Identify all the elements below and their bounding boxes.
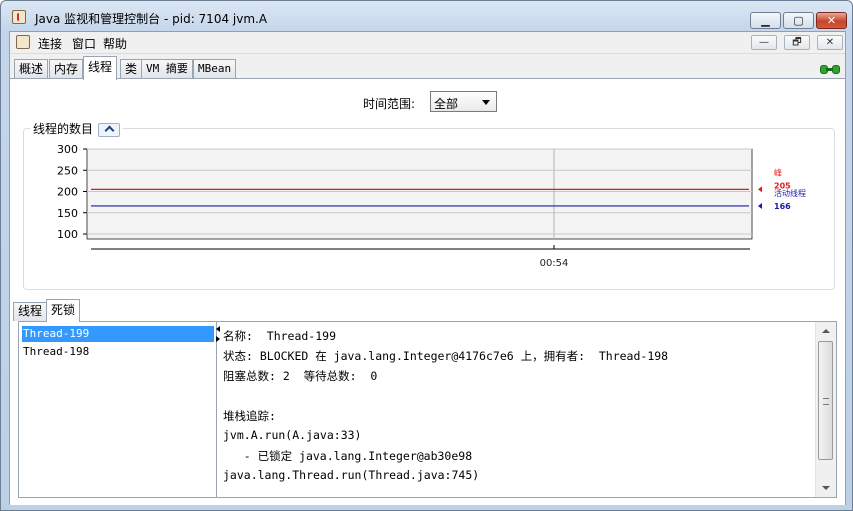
tab-thread-list[interactable]: 线程 — [13, 302, 48, 321]
tab-overview[interactable]: 概述 — [14, 59, 49, 79]
main-tabs: 概述 内存 线程 类 VM 摘要 MBean — [10, 56, 845, 80]
menu-window[interactable]: 窗口 — [72, 35, 96, 52]
group-title-text: 线程的数目 — [33, 122, 94, 136]
tab-mbean[interactable]: MBean — [193, 59, 237, 79]
thread-list-item[interactable]: Thread-199 — [22, 326, 214, 342]
tab-deadlock[interactable]: 死锁 — [46, 299, 81, 322]
inner-minimize-button[interactable]: — — [751, 35, 777, 50]
collapse-button[interactable] — [98, 122, 121, 137]
tab-vm-summary[interactable]: VM 摘要 — [141, 59, 193, 79]
tab-classes[interactable]: 类 — [120, 59, 143, 79]
connection-status-icon[interactable] — [820, 63, 842, 75]
java-app-icon — [12, 10, 26, 24]
time-range-label: 时间范围: — [363, 97, 416, 111]
thread-list-item[interactable]: Thread-198 — [22, 344, 214, 360]
group-title: 线程的数目 — [30, 120, 124, 137]
app-window: Java 监视和管理控制台 - pid: 7104 jvm.A ▁ ▢ ✕ 连接… — [0, 0, 853, 511]
split-divider[interactable] — [216, 322, 222, 497]
inner-close-button[interactable]: ✕ — [817, 35, 843, 50]
maximize-icon: ▢ — [793, 14, 804, 27]
detail-line: java.lang.Thread.run(Thread.java:745) — [223, 468, 480, 482]
scroll-up-icon[interactable] — [816, 322, 836, 339]
client-area: 连接 窗口 帮助 — 🗗 ✕ 概述 内存 线程 类 VM 摘要 MBean 时间… — [9, 31, 846, 505]
title-bar[interactable]: Java 监视和管理控制台 - pid: 7104 jvm.A ▁ ▢ ✕ — [1, 1, 852, 31]
close-button[interactable]: ✕ — [816, 12, 847, 29]
time-range-value: 全部 — [434, 97, 459, 111]
menu-help[interactable]: 帮助 — [103, 35, 127, 52]
time-range-select[interactable]: 全部 — [430, 91, 497, 112]
threads-panel: 时间范围: 全部 100 150 200 250 300 峰 205 活动线程 166 00:… — [10, 78, 845, 505]
scroll-thumb[interactable] — [818, 341, 833, 460]
detail-line: 名称: Thread-199 — [223, 329, 337, 343]
detail-scrollbar[interactable] — [815, 322, 836, 497]
sub-tabs: 线程 死锁 — [11, 299, 845, 322]
deadlock-pane: Thread-199 Thread-198 名称: Thread-199 状态:… — [18, 321, 837, 498]
inner-restore-button[interactable]: 🗗 — [784, 35, 810, 50]
tab-threads[interactable]: 线程 — [83, 56, 118, 80]
menu-connect[interactable]: 连接 — [38, 35, 62, 52]
minimize-button[interactable]: ▁ — [750, 12, 781, 29]
menu-bar: 连接 窗口 帮助 — 🗗 ✕ — [10, 32, 845, 54]
collapse-left-icon[interactable] — [216, 326, 220, 332]
detail-line: - 已锁定 java.lang.Integer@ab30e98 — [223, 449, 473, 463]
maximize-button[interactable]: ▢ — [783, 12, 814, 29]
chevron-down-icon — [482, 100, 490, 105]
window-title: Java 监视和管理控制台 - pid: 7104 jvm.A — [35, 12, 268, 26]
detail-line: 堆栈追踪: — [223, 409, 276, 423]
minimize-icon: ▁ — [761, 14, 770, 27]
close-icon: ✕ — [826, 14, 837, 27]
detail-line: 状态: BLOCKED 在 java.lang.Integer@4176c7e6… — [223, 349, 669, 363]
java-doc-icon[interactable] — [16, 35, 30, 49]
thread-count-group: 线程的数目 — [23, 120, 835, 290]
detail-line: 阻塞总数: 2 等待总数: 0 — [223, 369, 378, 383]
thread-detail: 名称: Thread-199 状态: BLOCKED 在 java.lang.I… — [223, 322, 814, 497]
expand-right-icon[interactable] — [216, 336, 220, 342]
scroll-down-icon[interactable] — [816, 480, 836, 497]
detail-line: jvm.A.run(A.java:33) — [223, 428, 362, 442]
thread-list: Thread-199 Thread-198 — [19, 322, 217, 497]
tab-memory[interactable]: 内存 — [49, 59, 84, 79]
